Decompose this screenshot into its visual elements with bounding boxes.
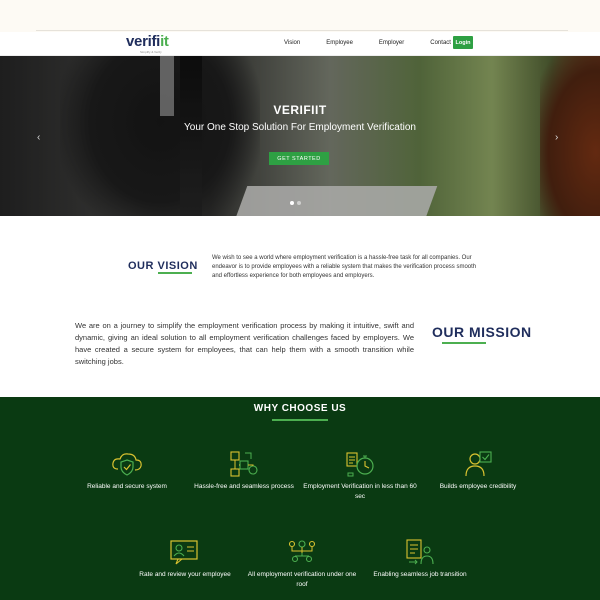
logo-wordmark: verifiit [126,33,186,50]
process-flow-icon [230,451,258,477]
mission-text: We are on a journey to simplify the empl… [75,321,414,366]
rating-card-icon [170,540,198,565]
feature-under-one-roof: All employment verification under one ro… [242,537,362,590]
why-title: WHY CHOOSE US [253,403,347,414]
network-people-icon [288,540,316,563]
hero-carousel: VERIFIIT Your One Stop Solution For Empl… [0,56,600,216]
logo-accent: it [160,33,169,50]
feature-label: Enabling seamless job transition [373,571,467,578]
feature-label: Builds employee credibility [439,483,517,490]
top-strip [0,0,600,32]
feature-label: Hassle-free and seamless process [194,483,294,490]
feature-label: Rate and review your employee [139,571,231,578]
feature-label: Reliable and secure system [87,483,167,490]
feature-seamless-transition: Enabling seamless job transition [360,537,480,580]
nav-link-vision[interactable]: Vision [284,40,300,46]
mission-heading: OUR MISSION [432,324,532,340]
carousel-prev-icon[interactable]: ‹ [37,132,40,143]
feature-label: All employment verification under one ro… [247,571,357,588]
vision-text: We wish to see a world where employment … [212,255,477,279]
carousel-indicators [290,201,304,205]
get-started-button[interactable]: GET STARTED [269,152,329,165]
top-divider [36,30,568,31]
feature-hassle-free: Hassle-free and seamless process [184,449,304,492]
feature-reliable-secure: Reliable and secure system [67,449,187,492]
navbar: verifiit Simplify & Verify Vision Employ… [0,32,600,56]
carousel-dot-1[interactable] [290,201,294,205]
brand-logo[interactable]: verifiit Simplify & Verify [126,33,186,55]
carousel-next-icon[interactable]: › [555,132,558,143]
nav-link-employee[interactable]: Employee [326,40,353,46]
feature-verification-60-sec: Employment Verification in less than 60 … [300,449,420,502]
logo-main: verifi [126,33,161,50]
logo-tagline: Simplify & Verify [140,50,162,54]
vision-underline [158,272,192,274]
why-choose-us-section: WHY CHOOSE US Reliable and secure system… [0,397,600,600]
hero-subtitle: Your One Stop Solution For Employment Ve… [184,122,416,133]
login-button[interactable]: Login [453,36,473,49]
vision-heading: OUR VISION [128,260,198,272]
hero-title: VERIFIIT [273,103,327,117]
verified-employee-icon [465,451,492,477]
carousel-dot-2[interactable] [297,201,301,205]
stopwatch-icon [346,452,374,477]
nav-link-employer[interactable]: Employer [379,40,404,46]
feature-label: Employment Verification in less than 60 … [303,483,417,500]
job-transition-icon [406,539,434,565]
shield-cloud-icon [112,453,142,476]
hero-overlay [0,56,600,216]
mission-underline [442,342,486,344]
feature-rate-review: Rate and review your employee [125,537,245,580]
why-underline [272,419,328,421]
feature-builds-credibility: Builds employee credibility [418,449,538,492]
